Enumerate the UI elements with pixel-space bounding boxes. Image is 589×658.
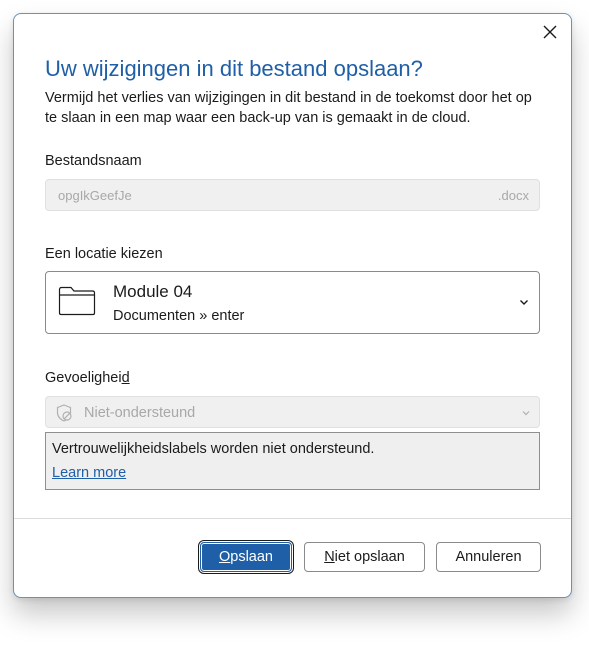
sensitivity-select[interactable]: Niet-ondersteund (45, 396, 540, 428)
close-button[interactable] (540, 22, 560, 42)
learn-more-link[interactable]: Learn more (52, 465, 126, 481)
sensitivity-value: Niet-ondersteund (84, 405, 196, 421)
close-icon (543, 25, 557, 39)
filename-label: Bestandsnaam (45, 153, 142, 169)
save-button[interactable]: Opslaan (198, 540, 294, 574)
location-picker[interactable]: Module 04 Documenten » enter (45, 271, 540, 334)
location-folder-name: Module 04 (113, 282, 193, 301)
dialog-title: Uw wijzigingen in dit bestand opslaan? (45, 56, 423, 81)
sensitivity-label-text: Gevoelighei (45, 370, 122, 386)
sensitivity-info-message: Vertrouwelijkheidslabels worden niet ond… (52, 441, 375, 457)
footer-divider (14, 518, 571, 519)
dont-save-button-access-key: N (324, 549, 335, 565)
sensitivity-info-box: Vertrouwelijkheidslabels worden niet ond… (45, 432, 540, 490)
chevron-down-icon (522, 411, 530, 416)
folder-icon (58, 286, 96, 316)
chevron-down-icon (520, 300, 528, 305)
dialog-subtitle: Vermijd het verlies van wijzigingen in d… (45, 90, 532, 126)
filename-value: opgIkGeefJe (58, 188, 132, 203)
location-folder-path: Documenten » enter (113, 308, 245, 324)
location-label: Een locatie kiezen (45, 246, 163, 262)
filename-extension: .docx (497, 188, 529, 203)
save-button-access-key: O (218, 549, 231, 565)
dont-save-button[interactable]: Niet opslaan (304, 542, 425, 572)
save-changes-dialog: Uw wijzigingen in dit bestand opslaan? V… (13, 13, 572, 598)
dont-save-button-label: iet opslaan (334, 549, 405, 565)
sensitivity-label-access-key: d (121, 370, 130, 386)
filename-field[interactable]: opgIkGeefJe .docx (45, 179, 540, 211)
shield-disabled-icon (56, 404, 72, 422)
save-button-label: pslaan (230, 549, 273, 565)
cancel-button[interactable]: Annuleren (436, 542, 541, 572)
sensitivity-label: Gevoeligheid (45, 370, 130, 386)
